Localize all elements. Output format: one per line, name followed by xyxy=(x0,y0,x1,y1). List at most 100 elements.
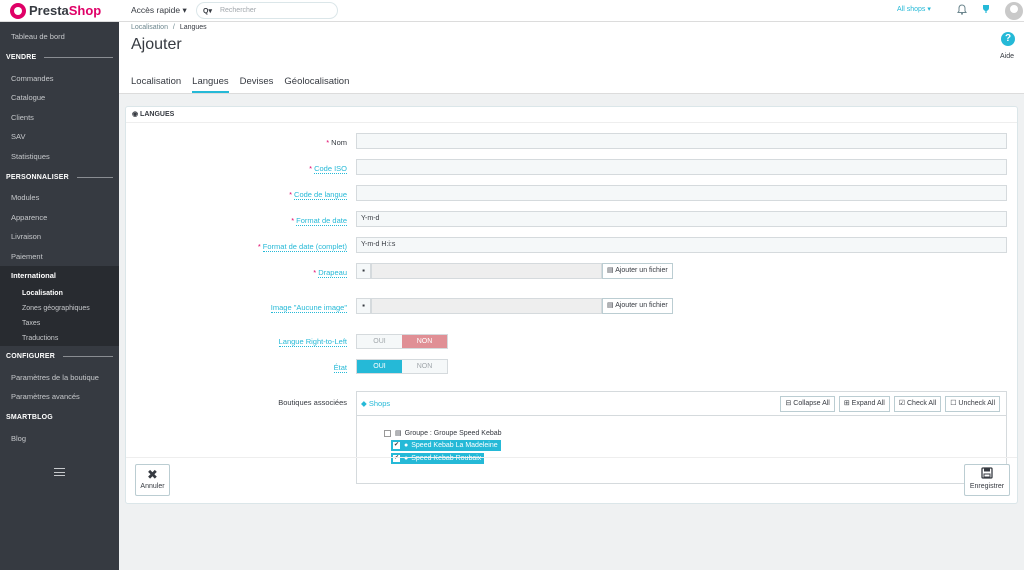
group-checkbox[interactable] xyxy=(384,429,391,437)
language-code-field[interactable] xyxy=(356,185,1007,201)
rtl-no-option[interactable]: NON xyxy=(402,335,447,348)
sidebar-item-dashboard[interactable]: Tableau de bord xyxy=(0,27,119,47)
no-image-file-field[interactable] xyxy=(371,298,602,314)
sidebar-section-configurer: CONFIGURER xyxy=(0,346,119,368)
sidebar-item-blog[interactable]: Blog xyxy=(0,429,119,449)
quick-access-dropdown[interactable]: Accès rapide ▾ xyxy=(131,5,187,16)
shops-title: ◆ Shops xyxy=(361,399,391,408)
sidebar-item-parametres-boutique[interactable]: Paramètres de la boutique xyxy=(0,368,119,388)
expand-all-button[interactable]: ⊞ Expand All xyxy=(838,396,890,412)
group-label: Groupe : Groupe Speed Kebab xyxy=(404,429,502,437)
search-icon[interactable]: Q▾ xyxy=(203,7,212,15)
sidebar-subitem-taxes[interactable]: Taxes xyxy=(0,315,119,331)
label-shops: Boutiques associées xyxy=(278,398,347,407)
label-flag: * Drapeau xyxy=(313,268,347,278)
file-icon: ▪ xyxy=(356,263,371,279)
sidebar-item-clients[interactable]: Clients xyxy=(0,108,119,128)
breadcrumb-current: Langues xyxy=(179,24,207,31)
iso-code-field[interactable] xyxy=(356,159,1007,175)
date-format-field[interactable]: Y-m-d xyxy=(356,211,1007,227)
tree-buttons: ⊟ Collapse All ⊞ Expand All ☑ Check All … xyxy=(776,396,1000,412)
flag-add-file-button[interactable]: ▤ Ajouter un fichier xyxy=(602,263,673,279)
notifications-bell-icon[interactable] xyxy=(957,4,967,18)
rtl-switch[interactable]: OUI NON xyxy=(356,334,448,349)
panel-footer: ✖ Annuler Enregistrer xyxy=(126,457,1017,503)
shop-selector[interactable]: All shops ▾ xyxy=(897,5,931,13)
label-no-image: Image "Aucune image" xyxy=(270,303,347,313)
sidebar-item-apparence[interactable]: Apparence xyxy=(0,208,119,228)
label-lang-code: * Code de langue xyxy=(289,190,347,200)
tab-devises[interactable]: Devises xyxy=(240,76,274,93)
sidebar-item-modules[interactable]: Modules xyxy=(0,188,119,208)
breadcrumb-separator: / xyxy=(172,24,175,31)
no-image-add-file-button[interactable]: ▤ Ajouter un fichier xyxy=(602,298,673,314)
sidebar-subitem-localisation[interactable]: Localisation xyxy=(0,285,119,301)
folder-icon: ▤ xyxy=(607,302,616,309)
collapse-all-button[interactable]: ⊟ Collapse All xyxy=(780,396,835,412)
save-icon xyxy=(965,467,1009,483)
check-all-button[interactable]: ☑ Check All xyxy=(893,396,942,412)
user-avatar[interactable] xyxy=(1005,2,1023,20)
cancel-button[interactable]: ✖ Annuler xyxy=(135,464,170,496)
folder-open-icon: ▤ xyxy=(395,430,402,437)
state-yes-option[interactable]: OUI xyxy=(357,360,402,373)
shop-group[interactable]: ▤ Groupe : Groupe Speed Kebab xyxy=(384,429,502,437)
sidebar: Presta Shop Tableau de bord VENDRE Comman… xyxy=(0,0,119,570)
page-title: Ajouter xyxy=(131,36,182,53)
close-icon: ✖ xyxy=(147,467,158,482)
help-label[interactable]: Aide xyxy=(1000,53,1014,60)
uncheck-all-button[interactable]: ☐ Uncheck All xyxy=(945,396,1000,412)
flag-file-field[interactable] xyxy=(371,263,602,279)
sidebar-item-sav[interactable]: SAV xyxy=(0,127,119,147)
date-format-full-field[interactable]: Y-m-d H:i:s xyxy=(356,237,1007,253)
top-bar: Accès rapide ▾ Q▾ Rechercher All shops ▾ xyxy=(119,0,1024,22)
menu-collapse-icon[interactable] xyxy=(54,468,65,476)
label-rtl: Langue Right-to-Left xyxy=(278,337,347,347)
shop-item-madeleine[interactable]: ✔ ● Speed Kebab La Madeleine xyxy=(391,440,501,451)
sidebar-section-personnaliser: PERSONNALISER xyxy=(0,166,119,188)
nom-field[interactable] xyxy=(356,133,1007,149)
state-switch[interactable]: OUI NON xyxy=(356,359,448,374)
save-button[interactable]: Enregistrer xyxy=(964,464,1010,496)
folder-icon: ▤ xyxy=(607,267,616,274)
sidebar-subitem-traductions[interactable]: Traductions xyxy=(0,330,119,346)
trophy-icon[interactable] xyxy=(982,4,990,16)
sidebar-item-livraison[interactable]: Livraison xyxy=(0,227,119,247)
shop-dot-icon: ● xyxy=(404,442,409,449)
logo-text-1: Presta xyxy=(29,3,69,18)
breadcrumb: Localisation / Langues xyxy=(131,24,207,31)
sidebar-item-parametres-avances[interactable]: Paramètres avancés xyxy=(0,387,119,407)
sidebar-subitem-zones[interactable]: Zones géographiques xyxy=(0,300,119,316)
tab-bar: Localisation Langues Devises Géolocalisa… xyxy=(131,76,360,93)
state-no-option[interactable]: NON xyxy=(402,360,447,373)
sidebar-item-paiement[interactable]: Paiement xyxy=(0,247,119,267)
search-placeholder: Rechercher xyxy=(219,7,257,14)
label-iso: * Code ISO xyxy=(309,164,347,174)
tag-icon: ◆ xyxy=(361,399,369,408)
label-state: État xyxy=(333,363,347,373)
page-header: Localisation / Langues Ajouter ? Aide Lo… xyxy=(119,22,1024,94)
shop-checkbox-madeleine[interactable]: ✔ xyxy=(393,442,400,449)
tab-langues[interactable]: Langues xyxy=(192,76,229,93)
tab-localisation[interactable]: Localisation xyxy=(131,76,181,93)
tab-geolocalisation[interactable]: Géolocalisation xyxy=(284,76,349,93)
sidebar-item-statistiques[interactable]: Statistiques xyxy=(0,147,119,167)
panel-heading: ◉ LANGUES xyxy=(126,107,1017,123)
language-form-panel: ◉ LANGUES * Nom * Code ISO * Code de langue… xyxy=(125,106,1018,504)
prestashop-logo[interactable]: Presta Shop xyxy=(0,0,119,22)
logo-text-2: Shop xyxy=(68,3,102,18)
sidebar-item-commandes[interactable]: Commandes xyxy=(0,69,119,89)
shop-tree-header: ◆ Shops ⊟ Collapse All ⊞ Expand All ☑ Ch… xyxy=(357,392,1006,416)
label-nom: * Nom xyxy=(326,138,347,147)
sidebar-section-vendre: VENDRE xyxy=(0,47,119,69)
label-date-format-full: * Format de date (complet) xyxy=(257,242,347,252)
label-date-format: * Format de date xyxy=(291,216,347,226)
breadcrumb-parent[interactable]: Localisation xyxy=(131,24,168,31)
search-input[interactable]: Q▾ Rechercher xyxy=(196,2,338,19)
sidebar-item-international[interactable]: International xyxy=(0,266,119,286)
sidebar-section-smartblog: SMARTBLOG xyxy=(6,414,53,421)
help-icon[interactable]: ? xyxy=(1001,32,1015,46)
sidebar-item-catalogue[interactable]: Catalogue xyxy=(0,88,119,108)
rtl-yes-option[interactable]: OUI xyxy=(357,335,402,348)
prestashop-logo-icon xyxy=(10,2,26,19)
